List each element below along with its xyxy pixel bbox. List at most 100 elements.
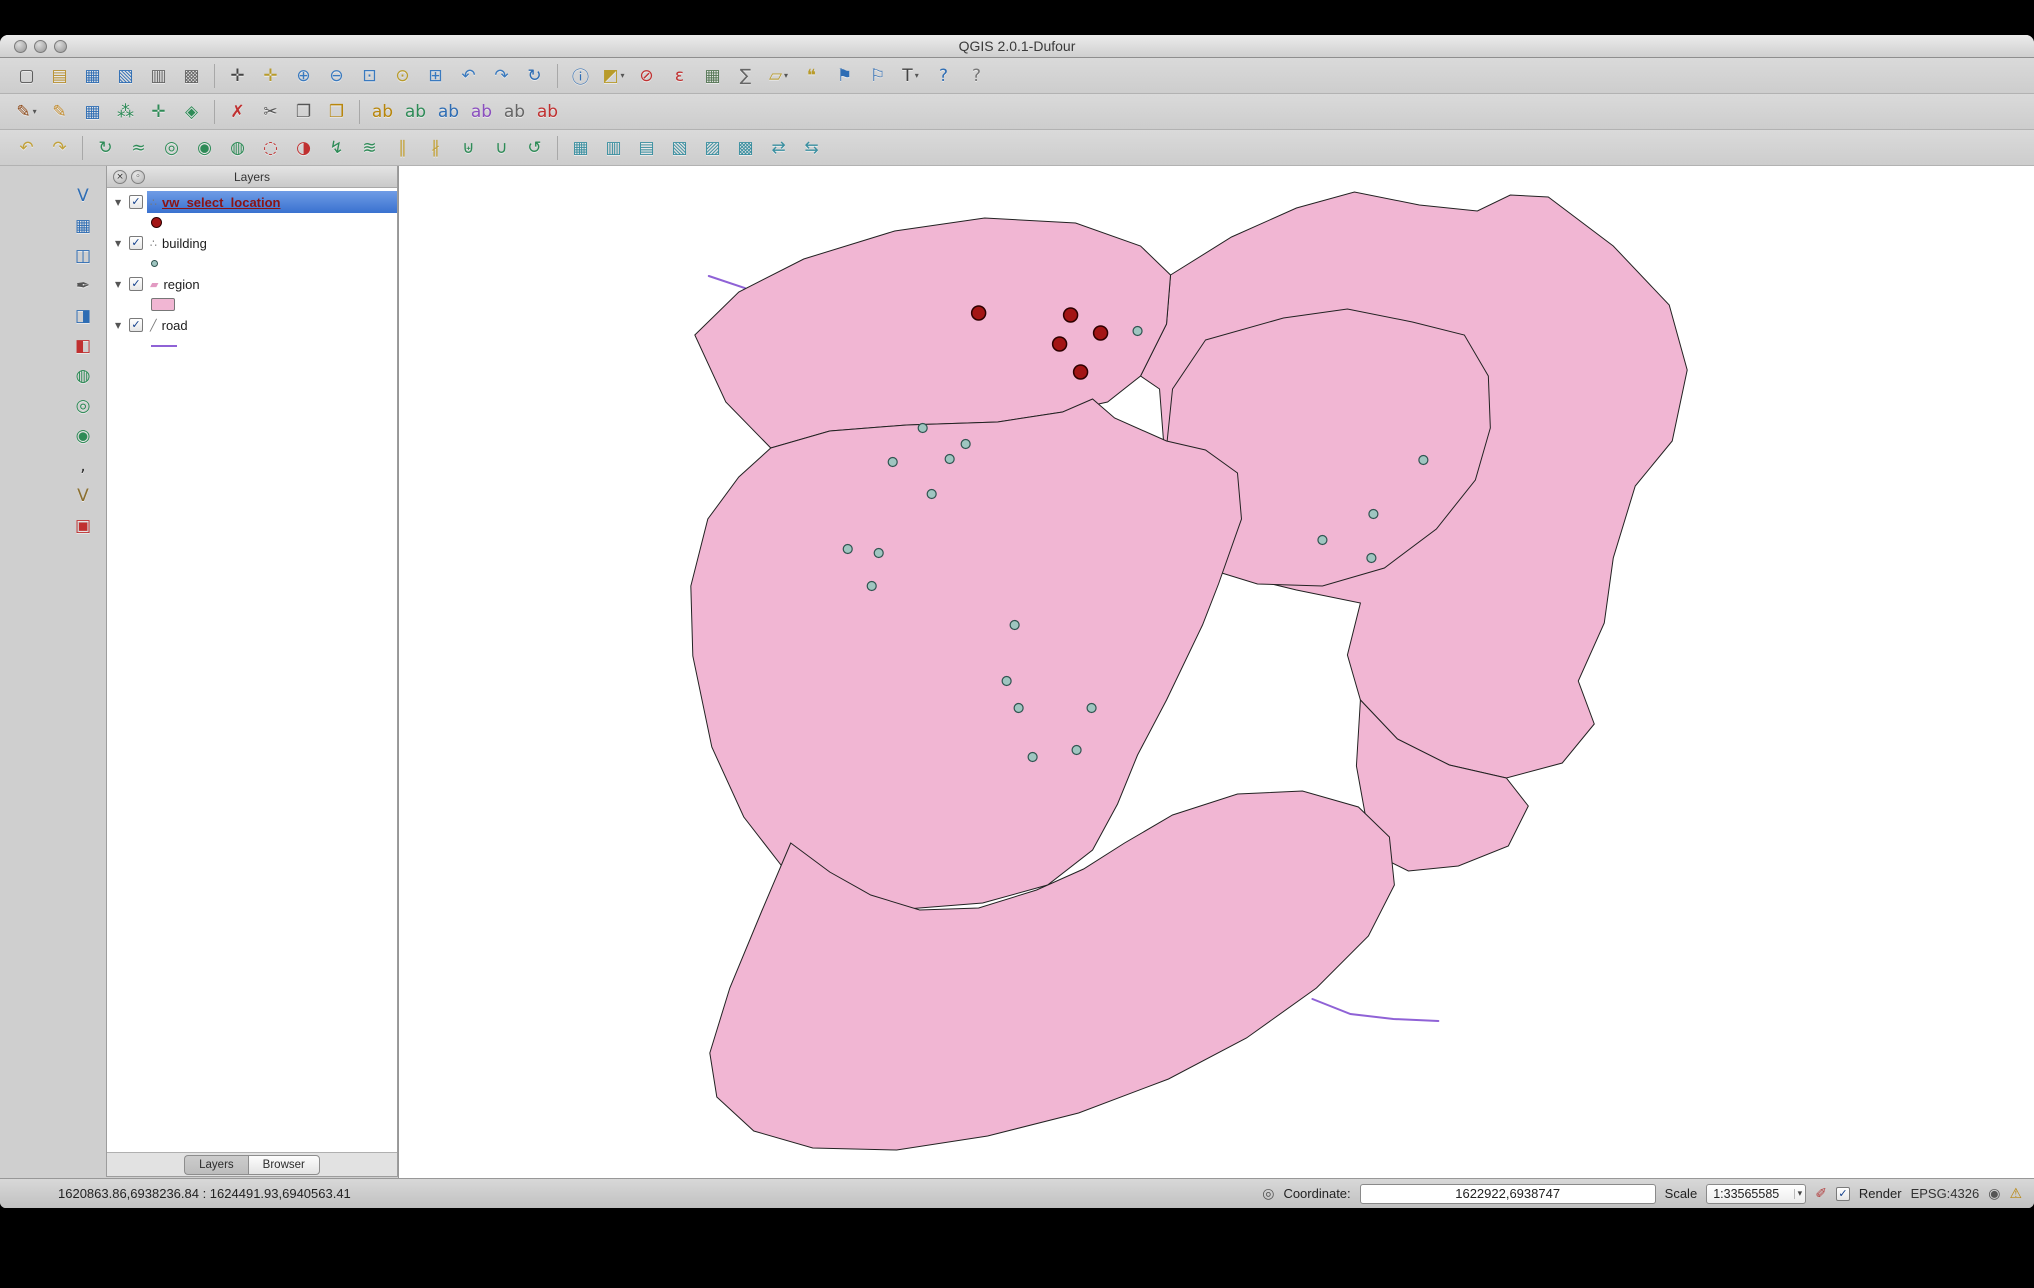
new-project-button[interactable]: ▢: [10, 62, 43, 90]
zoom-next-button[interactable]: ↷: [485, 62, 518, 90]
add-wfs-layer-button[interactable]: ◉: [66, 422, 100, 450]
add-wms-layer-button[interactable]: ◍: [66, 362, 100, 390]
delete-ring-button[interactable]: ◌: [254, 134, 287, 162]
merge-features-button[interactable]: ⊎: [452, 134, 485, 162]
expander-icon[interactable]: ▼: [115, 198, 129, 207]
tab-layers[interactable]: Layers: [184, 1155, 248, 1175]
label-show-hide-button[interactable]: ab: [498, 98, 531, 126]
zoom-to-selection-button[interactable]: ⊙: [386, 62, 419, 90]
zoom-in-button[interactable]: ⊕: [287, 62, 320, 90]
pan-map-button[interactable]: ✛: [221, 62, 254, 90]
composer-manager-button[interactable]: ▩: [175, 62, 208, 90]
text-annotation-dropdown-icon[interactable]: ▾: [915, 71, 919, 80]
zoom-last-button[interactable]: ↶: [452, 62, 485, 90]
redo-button[interactable]: ↷: [43, 134, 76, 162]
labeling-button[interactable]: ab: [366, 98, 399, 126]
pan-map-to-selection-button[interactable]: ✛: [254, 62, 287, 90]
layer-visibility-checkbox[interactable]: ✓: [129, 236, 143, 250]
layer-item-building[interactable]: ▼✓ ∴building: [107, 232, 397, 254]
new-bookmark-button[interactable]: ⚑: [828, 62, 861, 90]
layer-visibility-checkbox[interactable]: ✓: [129, 195, 143, 209]
reshape-features-button[interactable]: ↯: [320, 134, 353, 162]
brush-icon[interactable]: ✐: [1815, 1186, 1827, 1202]
scale-combo[interactable]: 1:33565585 ▾: [1706, 1184, 1806, 1204]
layer-sync-button[interactable]: ⇄: [762, 134, 795, 162]
expander-icon[interactable]: ▼: [115, 239, 129, 248]
add-raster-layer-button[interactable]: ▦: [66, 212, 100, 240]
tab-browser[interactable]: Browser: [248, 1155, 320, 1175]
delete-selected-button[interactable]: ✗: [221, 98, 254, 126]
identify-features-button[interactable]: ⓘ: [564, 62, 597, 90]
merge-attributes-button[interactable]: ∪: [485, 134, 518, 162]
layer-label-area[interactable]: ∴vw_select_location: [147, 191, 397, 213]
measure-dropdown-icon[interactable]: ▾: [784, 71, 788, 80]
select-features-dropdown-icon[interactable]: ▾: [621, 71, 625, 80]
map-tips-button[interactable]: ❝: [795, 62, 828, 90]
layer-label-area[interactable]: ▰region: [147, 273, 397, 295]
layer-visibility-checkbox[interactable]: ✓: [129, 318, 143, 332]
layer-item-vw_select_location[interactable]: ▼✓ ∴vw_select_location: [107, 191, 397, 213]
table-merge-button[interactable]: ▨: [696, 134, 729, 162]
select-features-button[interactable]: ◩▾: [597, 62, 630, 90]
save-project-button[interactable]: ▦: [76, 62, 109, 90]
add-spatialite-layer-button[interactable]: ✒: [66, 272, 100, 300]
add-oracle-layer-button[interactable]: ◧: [66, 332, 100, 360]
label-pin-button[interactable]: ab: [465, 98, 498, 126]
current-edits-button[interactable]: ✎▾: [10, 98, 43, 126]
close-panel-button[interactable]: ×: [113, 170, 127, 184]
offset-curve-button[interactable]: ≋: [353, 134, 386, 162]
table-split-button[interactable]: ▩: [729, 134, 762, 162]
save-project-as-button[interactable]: ▧: [109, 62, 142, 90]
render-checkbox[interactable]: ✓: [1836, 1187, 1850, 1201]
label-rotate-button[interactable]: ab: [432, 98, 465, 126]
map-refresh-button[interactable]: ↻: [518, 62, 551, 90]
rotate-point-symbols-button[interactable]: ↺: [518, 134, 551, 162]
save-layer-edits-button[interactable]: ▦: [76, 98, 109, 126]
move-feature-button[interactable]: ✛: [142, 98, 175, 126]
new-print-composer-button[interactable]: ▥: [142, 62, 175, 90]
add-delimited-text-layer-button[interactable]: ,: [66, 452, 100, 480]
zoom-full-button[interactable]: ⊡: [353, 62, 386, 90]
layer-transfer-button[interactable]: ⇆: [795, 134, 828, 162]
toggle-editing-button[interactable]: ✎: [43, 98, 76, 126]
cut-features-button[interactable]: ✂: [254, 98, 287, 126]
raster-import-button[interactable]: ▥: [597, 134, 630, 162]
remove-layer-button[interactable]: ▣: [66, 512, 100, 540]
crs-status-icon[interactable]: ◉: [1988, 1186, 2000, 1202]
render-toggle[interactable]: ✓ Render: [1836, 1186, 1902, 1201]
split-parts-button[interactable]: ∦: [419, 134, 452, 162]
undo-button[interactable]: ↶: [10, 134, 43, 162]
table-copy-button[interactable]: ▤: [630, 134, 663, 162]
label-properties-button[interactable]: ab: [531, 98, 564, 126]
new-shapefile-layer-button[interactable]: V: [66, 482, 100, 510]
layer-item-region[interactable]: ▼✓ ▰region: [107, 273, 397, 295]
messages-icon[interactable]: ⚠: [2009, 1186, 2022, 1202]
paste-features-button[interactable]: ❒: [320, 98, 353, 126]
measure-button[interactable]: ▱▾: [762, 62, 795, 90]
field-calculator-button[interactable]: ∑: [729, 62, 762, 90]
table-move-button[interactable]: ▧: [663, 134, 696, 162]
raster-export-button[interactable]: ▦: [564, 134, 597, 162]
current-edits-dropdown-icon[interactable]: ▾: [33, 107, 37, 116]
layer-visibility-checkbox[interactable]: ✓: [129, 277, 143, 291]
layer-item-road[interactable]: ▼✓╱road: [107, 314, 397, 336]
text-annotation-button[interactable]: T▾: [894, 62, 927, 90]
select-by-expression-button[interactable]: ε: [663, 62, 696, 90]
open-project-button[interactable]: ▤: [43, 62, 76, 90]
float-panel-button[interactable]: ◦: [131, 170, 145, 184]
simplify-feature-button[interactable]: ≈: [122, 134, 155, 162]
layer-label-area[interactable]: ∴building: [147, 232, 397, 254]
add-ring-button[interactable]: ◎: [155, 134, 188, 162]
zoom-to-layer-button[interactable]: ⊞: [419, 62, 452, 90]
open-attribute-table-button[interactable]: ▦: [696, 62, 729, 90]
rotate-feature-button[interactable]: ↻: [89, 134, 122, 162]
split-features-button[interactable]: ∥: [386, 134, 419, 162]
label-move-button[interactable]: ab: [399, 98, 432, 126]
add-part-button[interactable]: ◉: [188, 134, 221, 162]
node-tool-button[interactable]: ◈: [175, 98, 208, 126]
add-mssql-layer-button[interactable]: ◨: [66, 302, 100, 330]
fill-ring-button[interactable]: ◍: [221, 134, 254, 162]
minimize-window-button[interactable]: [34, 40, 47, 53]
help-contents-button[interactable]: ?: [927, 62, 960, 90]
expander-icon[interactable]: ▼: [115, 280, 129, 289]
